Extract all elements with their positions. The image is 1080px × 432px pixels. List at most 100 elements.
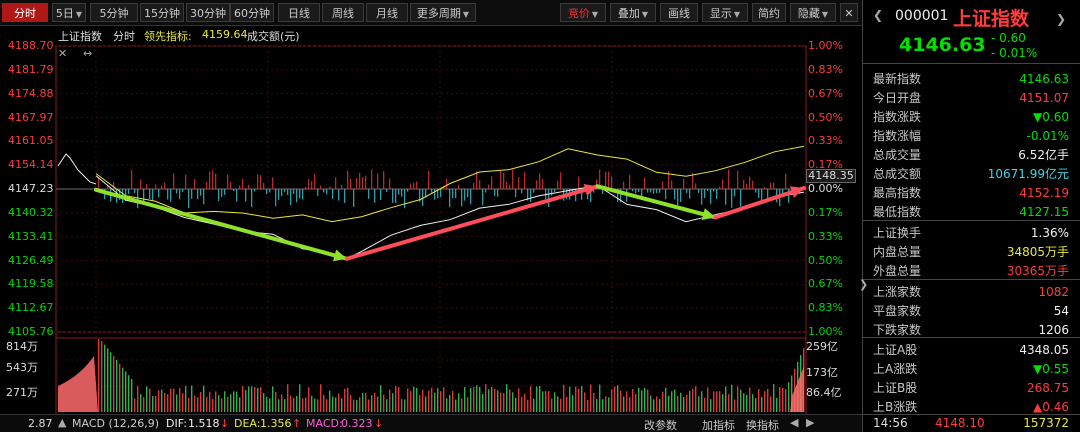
- tab-60min[interactable]: 60分钟: [230, 3, 274, 22]
- breadth-bar: [338, 189, 340, 201]
- volume-bar: [311, 395, 313, 412]
- volume-bar: [629, 397, 631, 412]
- volume-bar: [653, 399, 655, 412]
- breadth-bar: [458, 184, 460, 189]
- intraday-chart[interactable]: 上证指数 分时 领先指标: 4159.64 成交额(元) ✕ ↔ 4188.70…: [0, 26, 862, 432]
- draw-line-button[interactable]: 画线: [660, 3, 698, 22]
- percent-tick: 0.50%: [808, 110, 843, 124]
- volume-bar: [200, 392, 202, 412]
- macd-collapse-icon[interactable]: ▲: [58, 416, 66, 429]
- breadth-bar: [500, 170, 502, 189]
- quote-row-label: 指数涨幅: [873, 129, 922, 143]
- tick-volume: 157372: [1023, 416, 1069, 430]
- expand-arrows-icon[interactable]: ↔: [83, 47, 92, 60]
- volume-bar: [677, 395, 679, 412]
- change-params-button[interactable]: 改参数: [644, 417, 677, 432]
- volume-bar: [224, 391, 226, 412]
- volume-bar: [617, 385, 619, 412]
- hide-button[interactable]: 隐藏 ▼: [790, 3, 836, 22]
- volume-bar: [782, 387, 784, 412]
- breadth-bar: [623, 181, 625, 189]
- display-button[interactable]: 显示 ▼: [702, 3, 748, 22]
- breadth-bar: [488, 184, 490, 189]
- breadth-bar: [629, 174, 631, 189]
- volume-bar: [443, 387, 445, 412]
- chart-canvas: [55, 45, 807, 432]
- volume-bar: [239, 397, 241, 412]
- switch-indicator-button[interactable]: 换指标: [746, 417, 779, 432]
- tab-5min[interactable]: 5分钟: [90, 3, 138, 22]
- add-indicator-button[interactable]: 加指标: [702, 417, 735, 432]
- tab-more-periods[interactable]: 更多周期 ▼: [410, 3, 476, 22]
- volume-bar: [308, 387, 310, 412]
- breadth-bar: [503, 172, 505, 189]
- breadth-bar: [773, 182, 775, 189]
- volume-bar: [365, 392, 367, 412]
- volume-bar: [587, 399, 589, 412]
- current-price: 4146.63: [899, 34, 986, 56]
- volume-bar: [713, 391, 715, 412]
- simple-button[interactable]: 简约: [752, 3, 786, 22]
- period-toolbar: 分时 5日 ▼ 5分钟 15分钟 30分钟 60分钟 日线 周线 月线 更多周期 ▼…: [0, 0, 862, 26]
- volume-bar: [605, 396, 607, 412]
- volume-bar: [251, 386, 253, 412]
- quote-row-value: 4146.63: [1019, 72, 1069, 86]
- volume-bar: [503, 393, 505, 412]
- breadth-bar: [467, 189, 469, 198]
- breadth-bar: [545, 189, 547, 199]
- macd-prev-icon[interactable]: ◀: [790, 416, 798, 429]
- macd-indicator-label[interactable]: MACD (12,26,9): [72, 417, 159, 430]
- close-chart-icon[interactable]: ✕: [58, 47, 67, 60]
- breadth-bar: [449, 189, 451, 208]
- quote-row-label: 最高指数: [873, 186, 922, 200]
- breadth-bar: [287, 189, 289, 196]
- volume-bar: [212, 399, 214, 412]
- volume-bar: [554, 392, 556, 412]
- volume-bar: [668, 395, 670, 412]
- volume-bar: [326, 399, 328, 412]
- panel-toggle-icon[interactable]: ❯: [859, 278, 868, 291]
- breadth-bar: [230, 182, 232, 189]
- tab-monthly[interactable]: 月线: [366, 3, 408, 22]
- breadth-bar: [401, 189, 403, 197]
- volume-bar: [680, 392, 682, 412]
- overlay-button[interactable]: 叠加 ▼: [610, 3, 656, 22]
- volume-bar: [119, 363, 121, 412]
- breadth-bar: [731, 189, 733, 208]
- tab-intraday[interactable]: 分时: [2, 3, 48, 22]
- auction-button[interactable]: 竞价 ▼: [560, 3, 606, 22]
- breadth-bar: [353, 189, 355, 207]
- breadth-bar: [302, 189, 304, 200]
- tab-15min[interactable]: 15分钟: [140, 3, 184, 22]
- price-change: - 0.60: [991, 31, 1026, 45]
- tab-30min[interactable]: 30分钟: [186, 3, 230, 22]
- breadth-bar: [704, 189, 706, 199]
- volume-bar: [449, 394, 451, 412]
- breadth-bar: [131, 170, 133, 189]
- quote-row: 最新指数 4146.63: [863, 70, 1080, 89]
- tab-weekly[interactable]: 周线: [322, 3, 364, 22]
- prev-stock-icon[interactable]: ❮: [873, 8, 883, 22]
- volume-bar: [656, 396, 658, 412]
- volume-bar: [581, 386, 583, 412]
- volume-bar: [593, 393, 595, 412]
- tab-daily[interactable]: 日线: [278, 3, 320, 22]
- breadth-bar: [329, 186, 331, 189]
- breadth-bar: [497, 189, 499, 197]
- volume-bar: [485, 384, 487, 412]
- volume-bar: [539, 385, 541, 412]
- volume-bar: [245, 390, 247, 412]
- breadth-bar: [560, 172, 562, 189]
- breadth-bar: [260, 175, 262, 189]
- breadth-bar: [491, 176, 493, 189]
- breadth-bar: [647, 189, 649, 193]
- volume-bar: [701, 391, 703, 412]
- breadth-bar: [209, 171, 211, 189]
- quote-row: 上证B股 268.75: [863, 379, 1080, 398]
- close-icon[interactable]: ✕: [840, 3, 858, 22]
- breadth-bar: [182, 189, 184, 192]
- tab-5day[interactable]: 5日 ▼: [52, 3, 86, 22]
- breadth-bar: [176, 189, 178, 194]
- next-stock-icon[interactable]: ❯: [1056, 12, 1066, 26]
- macd-next-icon[interactable]: ▶: [806, 416, 814, 429]
